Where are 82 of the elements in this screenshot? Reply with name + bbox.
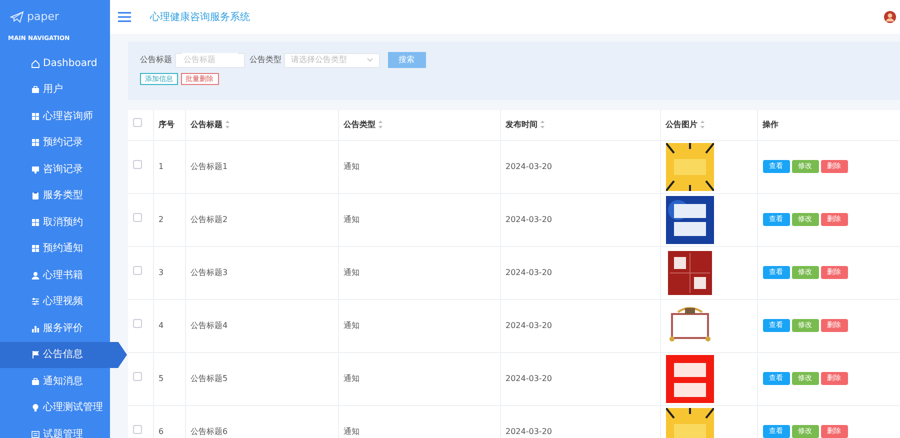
table-cell: 通知 <box>344 268 360 276</box>
table-cell: 公告标题2 <box>190 214 228 224</box>
field-label: 公告标题 <box>140 54 172 66</box>
bar-chart-icon <box>31 324 40 333</box>
sort-icon[interactable] <box>700 120 705 130</box>
checkbox[interactable] <box>133 118 142 128</box>
table-cell: 公告标题1 <box>190 162 228 170</box>
table-cell: 通知 <box>344 374 360 382</box>
sidebar-item[interactable]: 服务类型 <box>0 182 110 209</box>
chevron-down-icon <box>367 58 373 62</box>
table-cell: 2024-03-20 <box>506 214 552 224</box>
table-cell: 2024-03-20 <box>506 426 552 436</box>
user-icon <box>31 270 40 280</box>
checkbox[interactable] <box>133 213 142 222</box>
sidebar-item[interactable]: 取消预约 <box>0 209 110 236</box>
table-cell: 公告标题3 <box>190 268 228 276</box>
sidebar-item[interactable]: 预约通知 <box>0 236 110 262</box>
grid-icon <box>31 218 40 227</box>
sidebar-item[interactable]: 用户 <box>0 76 110 103</box>
row-number: 1 <box>158 162 164 170</box>
type-select[interactable]: 请选择公告类型 <box>284 52 380 68</box>
sidebar-item[interactable]: 心理视频 <box>0 288 110 315</box>
checkbox[interactable] <box>133 372 142 381</box>
sidebar-item[interactable]: 咨询记录 <box>0 156 110 182</box>
sidebar-item[interactable]: 心理测试管理 <box>0 394 110 421</box>
row-number: 3 <box>158 268 164 276</box>
row-number: 4 <box>158 320 164 330</box>
table-cell: 2024-03-20 <box>506 268 552 276</box>
column-header[interactable]: 公告类型 <box>344 118 376 131</box>
column-header[interactable]: 发布时间 <box>506 118 538 131</box>
table-cell: 2024-03-20 <box>506 162 552 170</box>
home-icon <box>31 58 40 68</box>
sidebar-item[interactable]: Dashboard <box>0 50 110 76</box>
grid-icon <box>31 244 40 254</box>
table-cell: 公告标题5 <box>190 374 228 382</box>
clipboard-icon <box>31 191 40 200</box>
checkbox[interactable] <box>133 319 142 328</box>
sidebar-item[interactable]: 心理书籍 <box>0 262 110 288</box>
table-cell: 公告标题6 <box>190 426 228 436</box>
briefcase-icon <box>31 85 40 94</box>
paper-plane-icon <box>10 11 24 23</box>
grid-icon <box>31 138 40 148</box>
row-number: 6 <box>158 426 164 436</box>
sort-icon[interactable] <box>225 120 230 130</box>
row-number: 5 <box>158 374 164 382</box>
field-label: 公告类型 <box>250 54 282 66</box>
column-header[interactable]: 序号 <box>158 118 174 131</box>
column-header[interactable]: 公告图片 <box>666 118 698 131</box>
monitor-icon <box>31 164 40 174</box>
column-header[interactable]: 公告标题 <box>190 118 222 131</box>
table-cell: 2024-03-20 <box>506 374 552 382</box>
sidebar-item[interactable]: 服务评价 <box>0 315 110 342</box>
avatar-icon[interactable] <box>884 11 896 23</box>
lightbulb-icon <box>31 403 40 412</box>
list-icon <box>31 430 40 438</box>
sliders-icon <box>31 297 40 306</box>
checkbox[interactable] <box>133 160 142 169</box>
title-input[interactable]: 公告标题 <box>174 52 244 68</box>
sort-icon[interactable] <box>540 120 545 130</box>
checkbox[interactable] <box>133 266 142 275</box>
sidebar-item[interactable]: 心理咨询师 <box>0 103 110 130</box>
table-cell: 通知 <box>344 426 360 436</box>
sort-icon[interactable] <box>378 120 383 130</box>
sidebar-item[interactable]: 预约记录 <box>0 130 110 156</box>
table-cell: 通知 <box>344 320 360 330</box>
sidebar-item[interactable]: 试题管理 <box>0 421 110 438</box>
app-title: 心理健康咨询服务系统 <box>150 10 250 24</box>
column-header[interactable]: 操作 <box>762 118 778 131</box>
sidebar-item[interactable]: 通知消息 <box>0 368 110 394</box>
briefcase-icon <box>31 376 40 386</box>
brand-name: paper <box>27 8 59 25</box>
table-cell: 公告标题4 <box>190 320 228 330</box>
sidebar-item[interactable]: 公告信息 <box>0 342 127 368</box>
table-cell: 2024-03-20 <box>506 320 552 330</box>
table-cell: 通知 <box>344 214 360 224</box>
search-button[interactable]: 搜索 <box>388 52 426 68</box>
row-number: 2 <box>158 214 164 224</box>
grid-icon <box>31 112 40 121</box>
menu-icon[interactable] <box>118 12 131 22</box>
checkbox[interactable] <box>133 425 142 434</box>
table-cell: 通知 <box>344 162 360 170</box>
flag-icon <box>31 350 40 360</box>
